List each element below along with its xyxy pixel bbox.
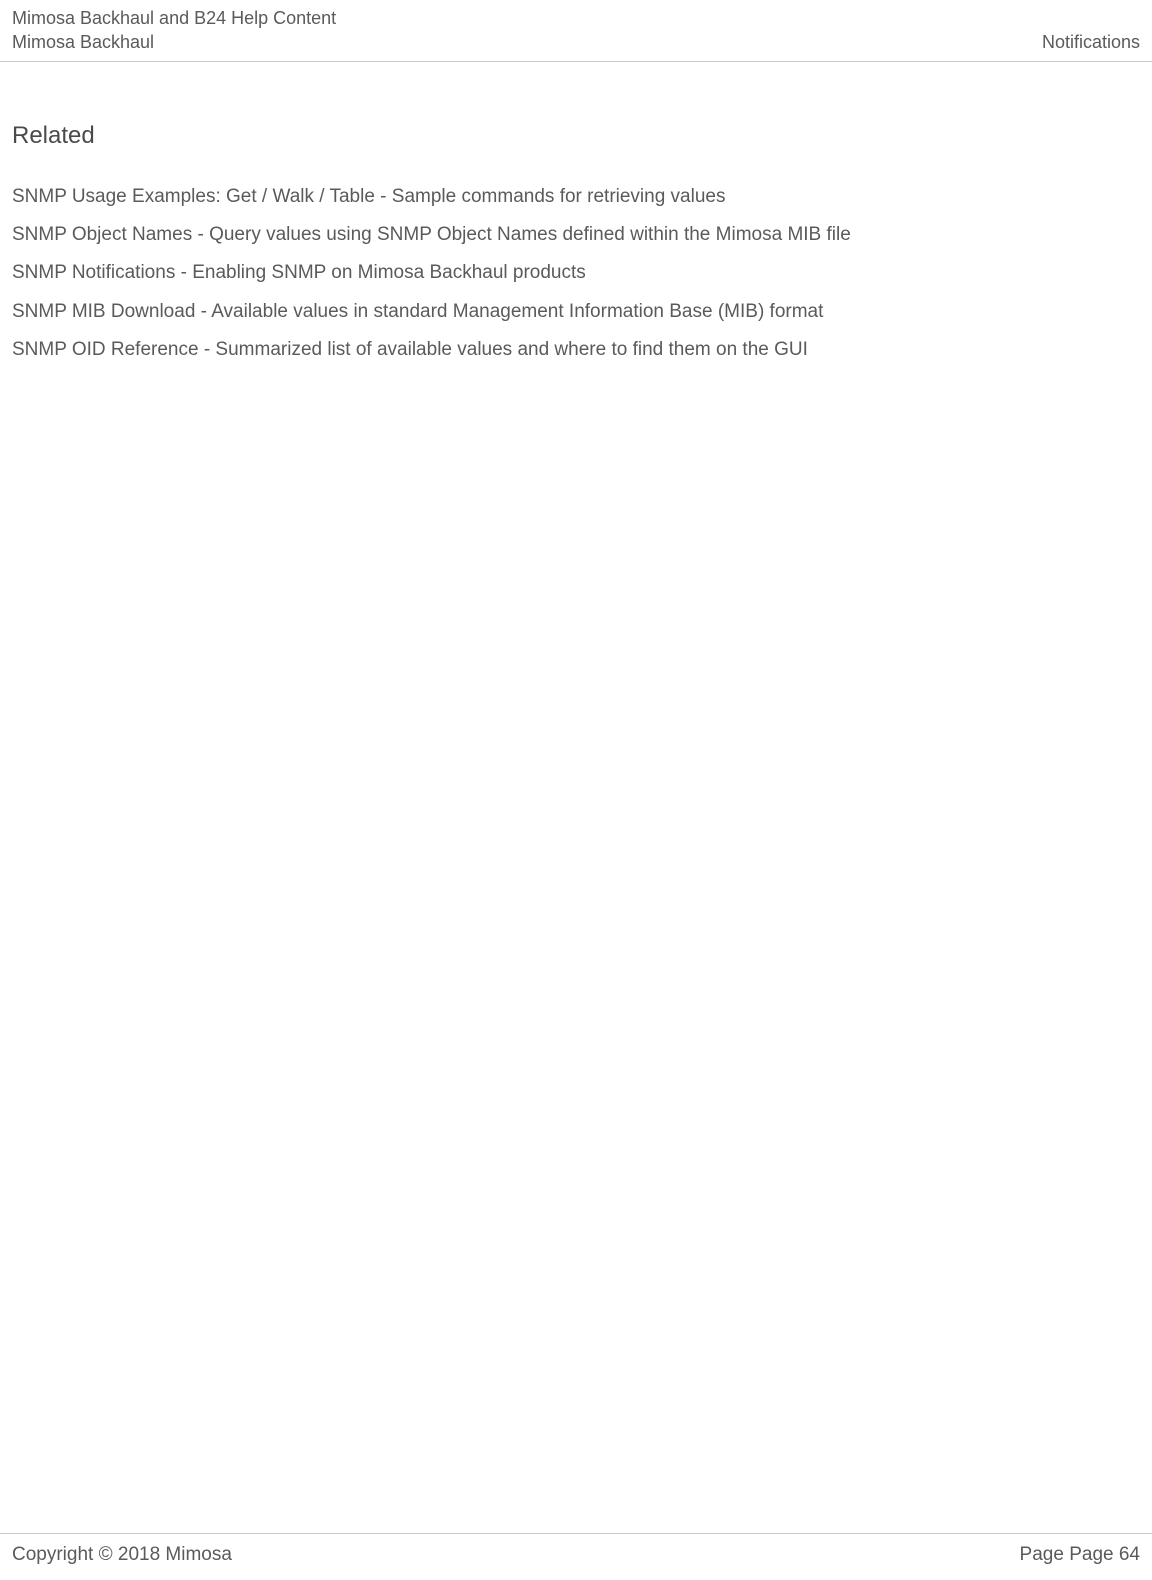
related-item: SNMP OID Reference - Summarized list of … (12, 335, 1140, 365)
footer-page-number: Page Page 64 (1020, 1544, 1140, 1566)
related-heading: Related (12, 122, 1140, 150)
header-section-label: Notifications (1042, 32, 1140, 53)
related-item: SNMP Usage Examples: Get / Walk / Table … (12, 182, 1140, 212)
related-list: SNMP Usage Examples: Get / Walk / Table … (12, 182, 1140, 366)
related-item: SNMP Object Names - Query values using S… (12, 220, 1140, 250)
header-subtitle: Mimosa Backhaul (12, 30, 154, 54)
header-title: Mimosa Backhaul and B24 Help Content (12, 6, 336, 30)
page-header: Mimosa Backhaul and B24 Help Content Mim… (0, 0, 1152, 62)
related-item: SNMP MIB Download - Available values in … (12, 297, 1140, 327)
page-content: Related SNMP Usage Examples: Get / Walk … (0, 62, 1152, 366)
related-item: SNMP Notifications - Enabling SNMP on Mi… (12, 258, 1140, 288)
page-footer: Copyright © 2018 Mimosa Page Page 64 (0, 1533, 1152, 1580)
footer-copyright: Copyright © 2018 Mimosa (12, 1544, 232, 1566)
